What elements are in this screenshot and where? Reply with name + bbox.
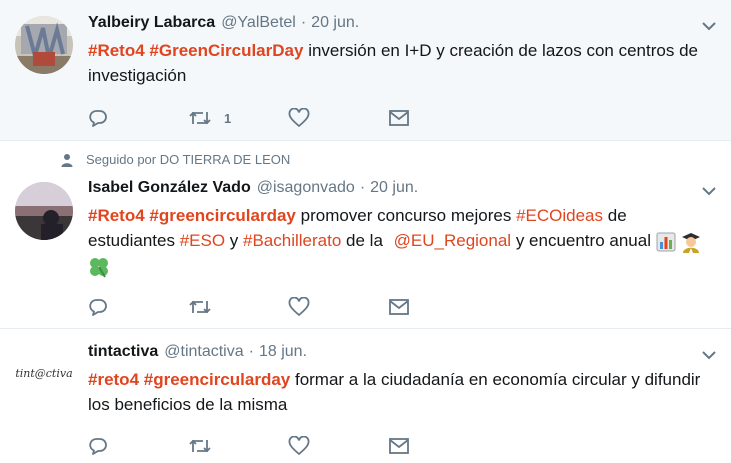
chevron-down-icon[interactable] [701, 20, 717, 32]
hashtag[interactable]: #GreenCircularDay [149, 41, 303, 60]
like-button[interactable] [288, 296, 388, 318]
hashtag[interactable]: #Reto4 [88, 206, 145, 225]
hashtag[interactable]: #ESO [180, 231, 225, 250]
tweet-actions [88, 296, 488, 318]
hashtag[interactable]: #Bachillerato [243, 231, 341, 250]
fullname[interactable]: Yalbeiry Labarca [88, 14, 215, 32]
message-button[interactable] [388, 435, 488, 457]
envelope-icon [389, 299, 409, 315]
bar-chart-emoji-icon [656, 232, 676, 252]
avatar[interactable] [15, 16, 73, 74]
hashtag[interactable]: #Reto4 [88, 41, 145, 60]
timestamp[interactable]: 20 jun. [370, 179, 418, 197]
tweet-text: #Reto4 #GreenCircularDay inversión en I+… [88, 38, 718, 88]
separator: · [248, 343, 254, 360]
text-segment: de la [346, 231, 383, 250]
timestamp[interactable]: 20 jun. [311, 14, 359, 32]
reply-button[interactable] [88, 107, 188, 129]
reply-icon [89, 438, 107, 455]
envelope-icon [389, 438, 409, 454]
separator: · [300, 14, 307, 31]
tweet-header: tintactiva @tintactiva · 18 jun. [88, 343, 307, 361]
reply-button[interactable] [88, 296, 188, 318]
reply-button[interactable] [88, 435, 188, 457]
fullname[interactable]: tintactiva [88, 343, 158, 361]
separator: · [359, 179, 366, 196]
four-leaf-clover-emoji-icon [90, 257, 108, 278]
envelope-icon [389, 110, 409, 126]
avatar[interactable] [15, 182, 73, 240]
text-segment: y [229, 231, 239, 250]
fullname[interactable]: Isabel González Vado [88, 179, 251, 197]
logo-text: tint@ctiva [15, 367, 72, 380]
retweet-button[interactable] [188, 435, 288, 457]
retweet-icon [189, 111, 211, 125]
student-emoji-icon [682, 232, 701, 253]
context-label[interactable]: Seguido por DO TIERRA DE LEON [86, 152, 290, 167]
username[interactable]: @tintactiva [164, 343, 243, 361]
heart-icon [288, 108, 310, 128]
tweet[interactable]: tint@ctiva tintactiva @tintactiva · 18 j… [0, 329, 731, 463]
reply-icon [89, 110, 107, 127]
retweet-icon [189, 300, 211, 314]
text-segment: promover concurso mejores [300, 206, 512, 225]
tweet-actions [88, 435, 488, 457]
tweet-text: #Reto4 #greencircularday promover concur… [88, 203, 718, 278]
chevron-down-icon[interactable] [701, 349, 717, 361]
username[interactable]: @YalBetel [221, 14, 296, 32]
heart-icon [288, 436, 310, 456]
hashtag[interactable]: #reto4 [88, 370, 139, 389]
hashtag[interactable]: #ECOideas [516, 206, 603, 225]
timestamp[interactable]: 18 jun. [259, 343, 307, 361]
hashtag[interactable]: #greencircularday [149, 206, 295, 225]
retweet-count: 1 [224, 110, 232, 126]
person-icon [61, 153, 73, 167]
tweet-actions: 1 [88, 107, 488, 129]
tweet-text: #reto4 #greencircularday formar a la ciu… [88, 367, 718, 417]
hashtag[interactable]: #greencircularday [144, 370, 290, 389]
like-button[interactable] [288, 107, 388, 129]
social-context: Seguido por DO TIERRA DE LEON [60, 152, 290, 167]
reply-icon [89, 299, 107, 316]
retweet-button[interactable] [188, 296, 288, 318]
retweet-icon [189, 439, 211, 453]
heart-icon [288, 297, 310, 317]
tweet-header: Yalbeiry Labarca @YalBetel · 20 jun. [88, 14, 359, 32]
avatar[interactable]: tint@ctiva [15, 343, 73, 401]
text-segment: y encuentro anual [515, 231, 651, 250]
username[interactable]: @isagonvado [257, 179, 355, 197]
mention[interactable]: @EU_Regional [394, 231, 511, 250]
message-button[interactable] [388, 107, 488, 129]
chevron-down-icon[interactable] [701, 185, 717, 197]
tweet-header: Isabel González Vado @isagonvado · 20 ju… [88, 179, 418, 197]
message-button[interactable] [388, 296, 488, 318]
like-button[interactable] [288, 435, 388, 457]
retweet-button[interactable]: 1 [188, 107, 288, 129]
tweet[interactable]: Yalbeiry Labarca @YalBetel · 20 jun. #Re… [0, 0, 731, 141]
